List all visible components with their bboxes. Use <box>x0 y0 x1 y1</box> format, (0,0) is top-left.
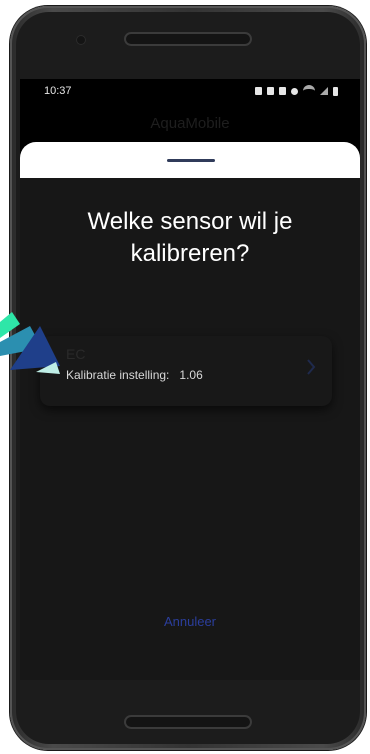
sheet-drag-handle[interactable] <box>167 159 215 162</box>
mute-icon <box>279 87 286 95</box>
sheet-heading: Welke sensor wil je kalibreren? <box>87 208 293 267</box>
app-title: AquaMobile <box>150 115 230 132</box>
wifi-icon <box>303 85 315 97</box>
bottom-speaker <box>124 715 252 729</box>
alarm-icon <box>255 87 262 95</box>
notification-icon <box>267 87 274 95</box>
chevron-right-icon <box>307 359 316 375</box>
sensor-detail: Kalibratie instelling: 1.06 <box>66 368 203 382</box>
phone-screen: 10:37 AquaMobile Welke sensor wil je kal… <box>20 79 360 680</box>
status-time: 10:37 <box>44 85 72 97</box>
calibration-label: Kalibratie instelling: <box>66 368 170 382</box>
top-speaker <box>124 32 252 46</box>
bottom-sheet-header[interactable] <box>20 142 360 178</box>
status-bar: 10:37 <box>20 79 360 103</box>
sensor-name: EC <box>66 346 86 362</box>
calibration-value: 1.06 <box>179 368 203 382</box>
front-camera-icon <box>76 35 86 45</box>
signal-icon <box>320 87 328 95</box>
page: 10:37 AquaMobile Welke sensor wil je kal… <box>0 0 370 754</box>
battery-icon <box>333 86 338 96</box>
status-icons <box>255 84 338 98</box>
cancel-button[interactable]: Annuleer <box>140 610 240 632</box>
bottom-sheet: Welke sensor wil je kalibreren? EC Kalib… <box>20 178 360 680</box>
sensor-item-ec[interactable]: EC Kalibratie instelling: 1.06 <box>40 336 332 406</box>
app-bar: AquaMobile <box>20 103 360 143</box>
location-icon <box>291 87 298 95</box>
aquamobile-logo-icon <box>0 312 60 374</box>
